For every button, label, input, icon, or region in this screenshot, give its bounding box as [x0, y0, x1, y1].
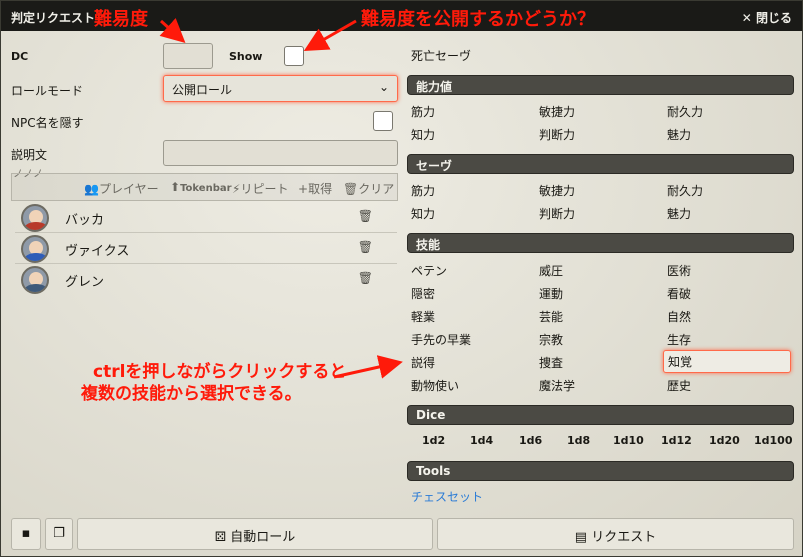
annotation-arrows — [159, 18, 403, 379]
arrow-to-skills — [333, 355, 403, 379]
request-roll-dialog: 判定リクエスト ✕ 閉じる DC Show ロールモード 公開ロール ⌄ NPC… — [0, 0, 803, 557]
arrow-to-show-checkbox — [303, 19, 357, 51]
arrow-to-dc-input — [159, 18, 186, 44]
